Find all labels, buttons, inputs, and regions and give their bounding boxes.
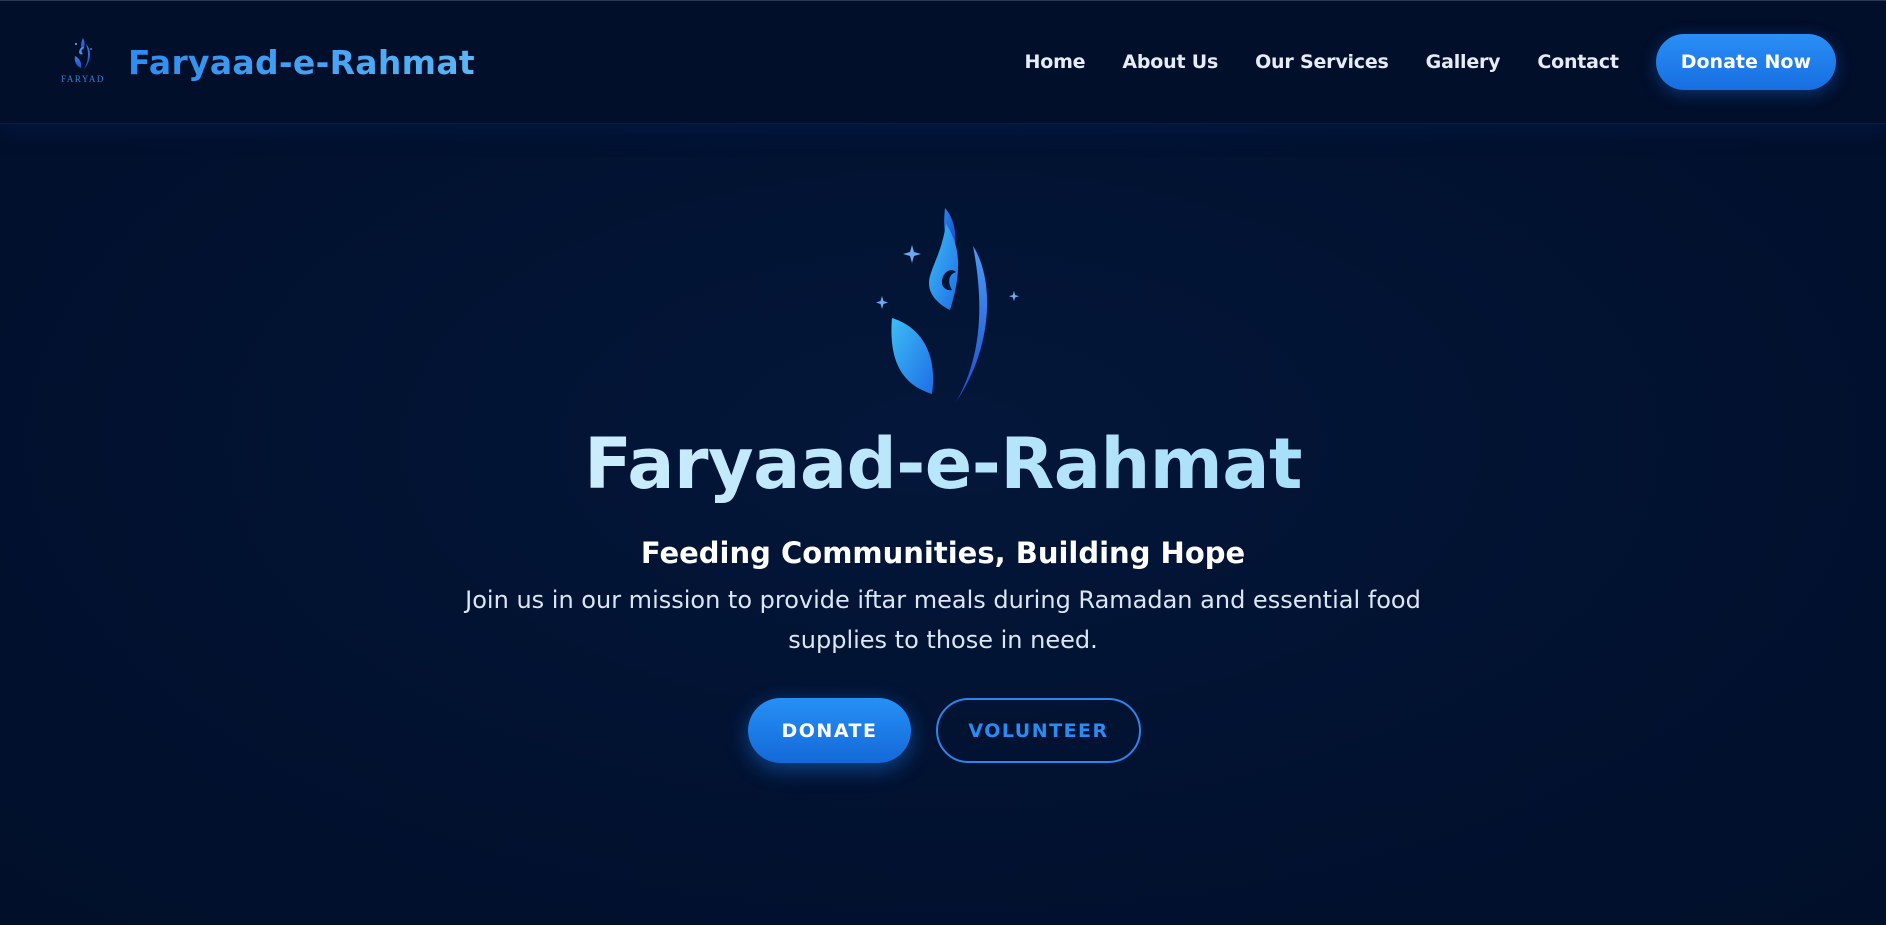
brand-name[interactable]: Faryaad-e-Rahmat — [128, 43, 475, 82]
nav-link-about-us[interactable]: About Us — [1122, 51, 1218, 73]
brand-logo: FARYAD — [58, 36, 108, 88]
volunteer-button[interactable]: VOLUNTEER — [936, 698, 1141, 763]
donate-button[interactable]: DONATE — [748, 698, 911, 763]
flame-crescent-icon — [74, 38, 92, 69]
brand-logo-text: FARYAD — [61, 74, 105, 84]
flame-crescent-icon — [876, 208, 1019, 402]
hero-description: Join us in our mission to provide iftar … — [465, 586, 1421, 654]
nav-link-our-services[interactable]: Our Services — [1255, 51, 1389, 73]
donate-now-button[interactable]: Donate Now — [1655, 34, 1836, 90]
hero-section: Faryaad-e-Rahmat Feeding Communities, Bu… — [0, 124, 1886, 925]
nav-link-home[interactable]: Home — [1025, 51, 1086, 73]
hero-subtitle: Feeding Communities, Building Hope — [640, 536, 1246, 570]
brand[interactable]: FARYAD Faryaad-e-Rahmat — [58, 36, 475, 88]
navbar: FARYAD Faryaad-e-Rahmat Home About Us Ou… — [0, 0, 1886, 124]
nav-link-contact[interactable]: Contact — [1537, 51, 1619, 73]
hero-title: Faryaad-e-Rahmat — [0, 423, 1886, 505]
nav-link-gallery[interactable]: Gallery — [1426, 51, 1501, 73]
nav-links: Home About Us Our Services Gallery Conta… — [1025, 34, 1836, 90]
